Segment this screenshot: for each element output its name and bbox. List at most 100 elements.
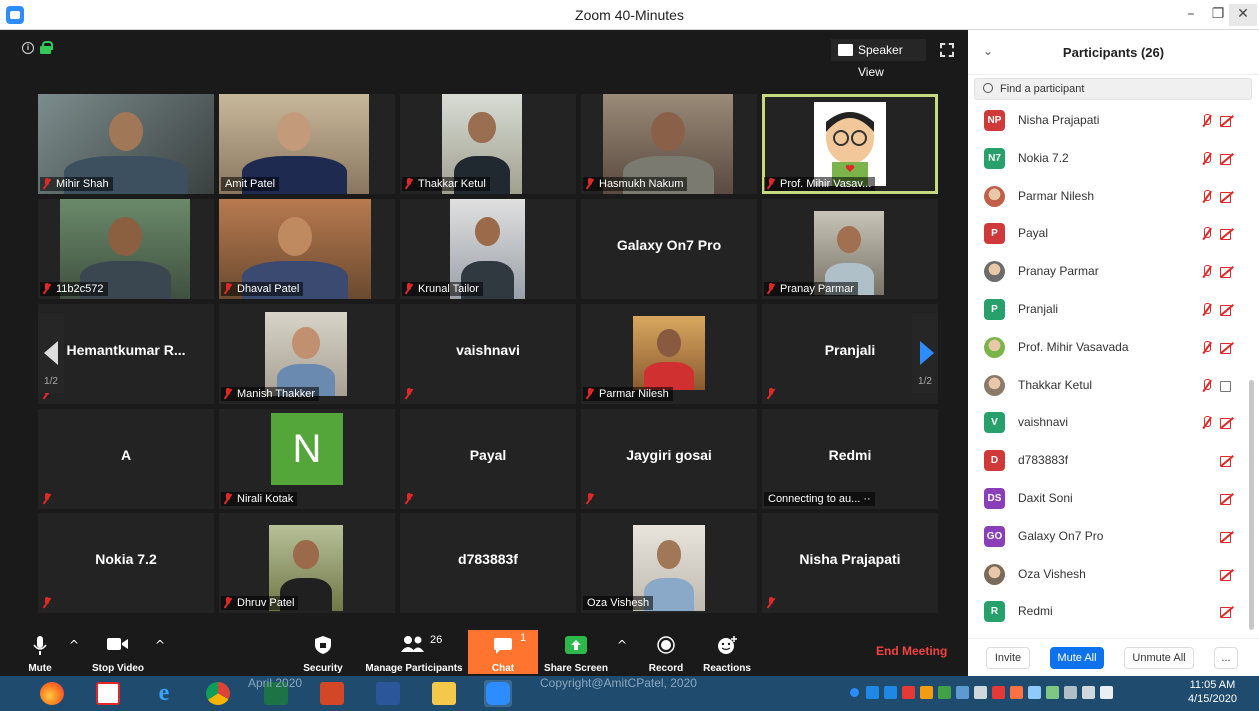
lock-icon[interactable] (40, 41, 53, 54)
participant-row[interactable]: R Redmi (968, 593, 1248, 630)
close-button[interactable]: ✕ (1229, 4, 1257, 26)
video-tile[interactable]: Galaxy On7 Pro (581, 199, 757, 299)
participant-row[interactable]: DS Daxit Soni (968, 480, 1248, 517)
video-tile[interactable]: Parmar Nilesh (581, 304, 757, 404)
tray-app-icon[interactable] (956, 686, 969, 699)
video-tile[interactable]: Manish Thakker (219, 304, 395, 404)
participant-row[interactable]: Pranay Parmar (968, 253, 1248, 290)
muted-mic-icon[interactable] (1200, 265, 1212, 279)
fullscreen-icon[interactable] (940, 43, 954, 57)
video-tile[interactable]: Payal (400, 409, 576, 509)
video-off-icon[interactable] (1220, 417, 1235, 430)
video-off-icon[interactable] (1220, 342, 1235, 354)
participant-search-input[interactable]: Find a participant (974, 78, 1252, 100)
video-tile[interactable]: Oza Vishesh (581, 513, 757, 613)
record-button[interactable]: Record (644, 632, 688, 676)
reactions-button[interactable]: Reactions (700, 632, 754, 676)
word-taskbar-icon[interactable] (374, 680, 402, 707)
mute-button[interactable]: Mute (20, 632, 60, 676)
tray-flag-icon[interactable] (1028, 686, 1041, 699)
participant-row[interactable]: N7 Nokia 7.2 (968, 140, 1248, 177)
muted-mic-icon[interactable] (1200, 303, 1212, 317)
video-off-icon[interactable] (1220, 606, 1235, 619)
tray-app-icon[interactable] (938, 686, 951, 699)
video-off-icon[interactable] (1220, 531, 1235, 543)
tray-app-icon[interactable] (920, 686, 933, 699)
video-tile[interactable]: Nokia 7.2 (38, 513, 214, 613)
audio-options-caret[interactable]: ^ (66, 638, 82, 668)
video-off-icon[interactable] (1220, 191, 1235, 203)
firefox-taskbar-icon[interactable] (38, 680, 66, 707)
muted-mic-icon[interactable] (1200, 378, 1212, 393)
speaker-view-button[interactable]: Speaker View (831, 39, 926, 79)
participant-row[interactable]: Vvaishnavi (968, 404, 1248, 441)
tray-zoom-icon[interactable] (850, 688, 859, 697)
muted-mic-icon[interactable] (1200, 114, 1212, 128)
security-button[interactable]: Security (298, 632, 348, 676)
zoom-taskbar-icon[interactable] (484, 680, 512, 707)
video-tile[interactable]: d783883f (400, 513, 576, 613)
participant-row[interactable]: P Pranjali (968, 291, 1248, 328)
share-options-caret[interactable]: ^ (614, 638, 630, 668)
participant-row[interactable]: GO Galaxy On7 Pro (968, 518, 1248, 555)
video-tile[interactable]: Prof. Mihir Vasav... (762, 94, 938, 194)
tray-app-icon[interactable] (902, 686, 915, 699)
tray-app-icon[interactable] (1010, 686, 1023, 699)
chrome-taskbar-icon[interactable] (204, 680, 232, 707)
tray-plus-icon[interactable] (884, 686, 897, 699)
video-tile[interactable]: A (38, 409, 214, 509)
video-tile[interactable]: Redmi Connecting to au... ·· (762, 409, 938, 509)
muted-mic-icon[interactable] (1200, 151, 1212, 166)
manage-participants-button[interactable]: 26 Manage Participants (362, 632, 466, 676)
more-options-button[interactable]: ... (1214, 647, 1238, 669)
muted-mic-icon[interactable] (1200, 416, 1212, 430)
video-tile[interactable]: Mihir Shah (38, 94, 214, 194)
powerpoint-taskbar-icon[interactable] (318, 680, 346, 707)
video-tile[interactable]: Hemantkumar R... (38, 304, 214, 404)
video-tile[interactable]: Dhruv Patel (219, 513, 395, 613)
video-off-icon[interactable] (1220, 266, 1235, 279)
unmute-all-button[interactable]: Unmute All (1124, 647, 1194, 669)
video-tile[interactable]: vaishnavi (400, 304, 576, 404)
invite-button[interactable]: Invite (986, 647, 1030, 669)
tray-volume-icon[interactable] (1100, 686, 1113, 699)
tray-network-icon[interactable] (1064, 686, 1077, 699)
acrobat-taskbar-icon[interactable] (94, 680, 122, 707)
video-off-icon[interactable] (1220, 569, 1235, 581)
stop-video-button[interactable]: Stop Video (88, 632, 148, 676)
maximize-button[interactable]: ❐ (1204, 4, 1232, 26)
video-off-icon[interactable] (1220, 455, 1235, 468)
tray-keyboard-icon[interactable] (1082, 686, 1095, 699)
video-tile[interactable]: 11b2c572 (38, 199, 214, 299)
chat-button[interactable]: 1 Chat (468, 630, 538, 674)
video-tile[interactable]: Hasmukh Nakum (581, 94, 757, 194)
video-tile[interactable]: N Nirali Kotak (219, 409, 395, 509)
video-tile[interactable]: Thakkar Ketul (400, 94, 576, 194)
share-screen-button[interactable]: Share Screen (544, 632, 608, 676)
participant-row[interactable]: Parmar Nilesh (968, 178, 1248, 215)
participant-row[interactable]: Oza Vishesh (968, 556, 1248, 593)
video-off-icon[interactable] (1220, 153, 1235, 165)
tray-app-icon[interactable] (992, 686, 1005, 699)
participant-row[interactable]: Dd783883f (968, 442, 1248, 479)
mute-all-button[interactable]: Mute All (1050, 647, 1104, 669)
video-tile[interactable]: Amit Patel (219, 94, 395, 194)
muted-mic-icon[interactable] (1200, 189, 1212, 204)
video-options-caret[interactable]: ^ (152, 638, 168, 668)
video-off-icon[interactable] (1220, 228, 1235, 241)
muted-mic-icon[interactable] (1200, 340, 1212, 355)
video-tile[interactable]: Dhaval Patel (219, 199, 395, 299)
info-icon[interactable]: i (22, 42, 34, 54)
video-on-icon[interactable] (1220, 380, 1235, 392)
tray-mcafee-icon[interactable] (866, 686, 879, 699)
video-off-icon[interactable] (1220, 304, 1235, 316)
participant-list-scrollbar[interactable] (1249, 380, 1254, 630)
video-off-icon[interactable] (1220, 115, 1235, 127)
end-meeting-button[interactable]: End Meeting (876, 644, 947, 658)
video-tile[interactable]: Pranay Parmar (762, 199, 938, 299)
taskbar-clock[interactable]: 11:05 AM 4/15/2020 (1188, 678, 1237, 706)
muted-mic-icon[interactable] (1200, 227, 1212, 241)
minimize-button[interactable]: – (1177, 4, 1205, 26)
next-page-button[interactable]: 1/2 (912, 313, 938, 393)
video-off-icon[interactable] (1220, 493, 1235, 505)
